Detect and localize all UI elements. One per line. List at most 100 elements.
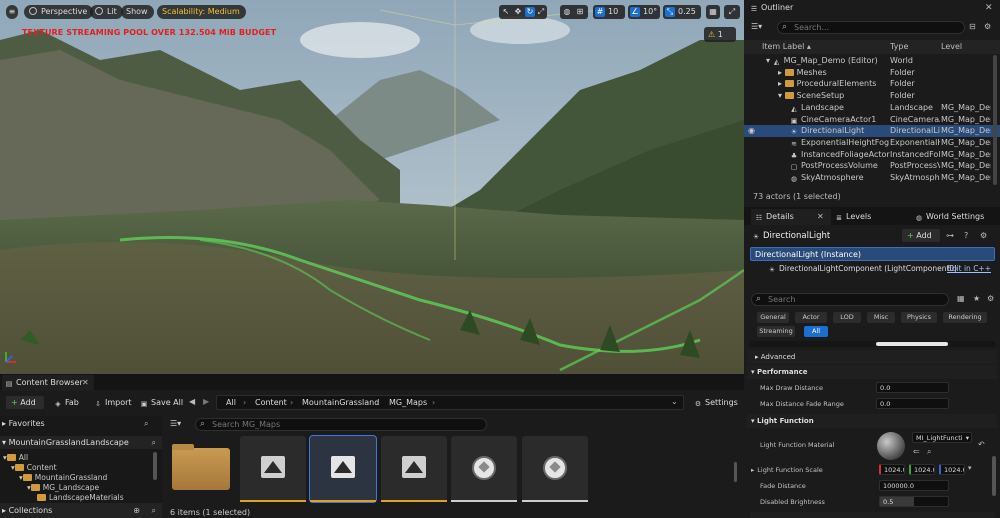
viewport-layout-button[interactable]: ▦ [706, 5, 720, 19]
scale-y-input[interactable]: 1024.0 [909, 464, 935, 475]
warnings-badge[interactable]: ⚠ 1 [704, 27, 736, 42]
tree-scrollbar[interactable] [153, 452, 157, 480]
outliner-row[interactable]: ≋ ExponentialHeightFog ExponentialH MG_Map_… [744, 137, 1000, 149]
outliner-row[interactable]: ♣ InstancedFoliageActor3 InstancedFoli MG_M… [744, 149, 1000, 161]
tree-item-content[interactable]: ▾ Content [0, 463, 57, 473]
rotate-tool-icon[interactable]: ↻ [525, 7, 535, 17]
outliner-row[interactable]: ▸ ProceduralElements Folder [744, 78, 1000, 90]
grid-view-icon[interactable]: ▦ [957, 294, 965, 303]
tree-item-landscapematerials[interactable]: LandscapeMaterials [0, 493, 124, 503]
details-tab[interactable]: ☷ Details ✕ [751, 209, 831, 225]
fab-button[interactable]: ◈ Fab [54, 396, 79, 409]
asset-tile-folder[interactable] [170, 436, 236, 502]
details-close-icon[interactable]: ✕ [817, 209, 824, 225]
filter-misc[interactable]: Misc [867, 312, 895, 323]
rotation-snap-control[interactable]: ∠ 10° [628, 5, 660, 19]
asset-scrollbar[interactable] [734, 462, 737, 482]
level-viewport[interactable]: ≡ Perspective Lit Show Scalability: Medi… [0, 0, 744, 374]
history-dropdown-icon[interactable]: ⌄ [671, 397, 678, 406]
back-icon[interactable]: ◀ [189, 397, 195, 406]
scale-tool-icon[interactable]: ⤢ [536, 7, 546, 17]
import-button[interactable]: ⇩ Import [94, 396, 132, 409]
details-scrollbar[interactable] [992, 456, 996, 496]
section-light-function[interactable]: ▾ Light Function [747, 414, 997, 428]
breadcrumb-content[interactable]: Content [255, 397, 287, 409]
filter-general[interactable]: General [757, 312, 789, 323]
content-browser-close-icon[interactable]: ✕ [82, 375, 89, 391]
filter-lod[interactable]: LOD [833, 312, 861, 323]
asset-search-input[interactable]: Search MG_Maps [195, 418, 487, 431]
use-selected-icon[interactable]: ⇐ [913, 447, 920, 456]
outliner-close-icon[interactable]: ✕ [985, 3, 995, 13]
add-content-button[interactable]: + Add [6, 396, 44, 409]
details-options-icon[interactable]: ⚙ [987, 294, 994, 303]
favorites-search-icon[interactable]: ⌕ [144, 419, 148, 429]
select-tool-icon[interactable]: ↖ [501, 7, 511, 17]
outliner-row[interactable]: ▸ Meshes Folder [744, 67, 1000, 79]
breadcrumb-mg-maps[interactable]: MG_Maps [389, 397, 427, 409]
asset-filter-button[interactable]: ☰▾ [170, 419, 181, 428]
outliner-row[interactable]: ▣ CineCameraActor1 CineCameraA MG_Map_Der [744, 114, 1000, 126]
scale-x-input[interactable]: 1024.0 [879, 464, 905, 475]
viewport-menu-button[interactable]: ≡ [6, 5, 18, 19]
fade-distance-input[interactable]: 100000.0 [879, 480, 949, 491]
blueprint-icon[interactable]: ⊶ [946, 231, 954, 240]
world-space-icon[interactable]: ◍ [562, 7, 572, 17]
maximize-viewport-button[interactable]: ⤢ [724, 5, 740, 19]
filter-actor[interactable]: Actor [795, 312, 827, 323]
filter-streaming[interactable]: Streaming [757, 326, 795, 337]
light-function-scale-label[interactable]: ▸ Light Function Scale [751, 464, 823, 476]
expand-chevron-icon[interactable]: ▸ [778, 79, 785, 88]
scale-snap-control[interactable]: ⤡ 0.25 [663, 5, 701, 19]
surface-snap-icon[interactable]: ⊞ [575, 7, 585, 17]
outliner-row[interactable]: ▾ ◭ MG_Map_Demo (Editor) World [744, 55, 1000, 67]
outliner-row[interactable]: ▢ PostProcessVolume PostProcessV MG_Map_Der [744, 160, 1000, 172]
component-row[interactable]: ☀ DirectionalLightComponent (LightCompone… [750, 263, 995, 275]
outliner-tab[interactable]: ☰ Outliner [750, 0, 840, 16]
favorites-header[interactable]: ▸ Favorites [2, 419, 45, 428]
filter-rendering[interactable]: Rendering [943, 312, 987, 323]
collection-search-icon[interactable]: ⌕ [152, 436, 156, 449]
outliner-filter-button[interactable]: ☰▾ [751, 22, 773, 34]
instance-row[interactable]: DirectionalLight (Instance) [750, 247, 995, 261]
section-advanced[interactable]: ▸ Advanced [747, 350, 997, 364]
forward-icon[interactable]: ▶ [203, 397, 209, 406]
show-button[interactable]: Show [121, 5, 154, 19]
asset-tile-map-selected[interactable] [309, 435, 377, 503]
asset-tile-data[interactable] [522, 436, 588, 502]
grid-snap-control[interactable]: # 10 [593, 5, 625, 19]
column-type[interactable]: Type [890, 40, 908, 54]
breadcrumb-mountaingrassland[interactable]: MountainGrassland [302, 397, 379, 409]
collection-root-header[interactable]: ▾ MountainGrasslandLandscape ⌕ [0, 436, 162, 449]
outliner-scrollbar[interactable] [993, 55, 997, 185]
scale-menu-icon[interactable]: ▾ [968, 464, 972, 472]
move-tool-icon[interactable]: ✥ [513, 7, 523, 17]
disabled-brightness-slider[interactable]: 0.5 [879, 496, 949, 507]
browse-asset-icon[interactable]: ⌕ [927, 447, 931, 457]
add-filter-icon[interactable]: ⊟ [969, 22, 979, 32]
filter-all[interactable]: All [804, 326, 828, 337]
help-icon[interactable]: ? [964, 231, 968, 240]
collapse-chevron-icon[interactable]: ▾ [778, 91, 785, 100]
max-fade-range-input[interactable]: 0.0 [876, 398, 949, 409]
details-settings-icon[interactable]: ⚙ [980, 231, 987, 240]
scalability-button[interactable]: Scalability: Medium [157, 5, 246, 19]
edit-cpp-link[interactable]: Edit in C++ [947, 263, 991, 275]
max-draw-distance-input[interactable]: 0.0 [876, 382, 949, 393]
tree-item-mountaingrassland[interactable]: ▾ MountainGrassland [0, 473, 107, 483]
asset-tile-data[interactable] [451, 436, 517, 502]
outliner-search-input[interactable]: Search... [777, 21, 965, 34]
save-all-button[interactable]: ▣ Save All [140, 396, 183, 409]
visibility-eye-icon[interactable]: ◉ [748, 125, 755, 137]
expand-chevron-icon[interactable]: ▸ [778, 68, 785, 77]
content-settings-button[interactable]: ⚙ Settings [694, 396, 738, 409]
collections-search-icon[interactable]: ⌕ [152, 503, 156, 518]
add-component-button[interactable]: + Add [902, 229, 940, 242]
reset-to-default-icon[interactable]: ↶ [978, 440, 985, 449]
material-dropdown[interactable]: MI_LightFuncti ▾ [912, 432, 972, 443]
outliner-settings-icon[interactable]: ⚙ [984, 22, 994, 32]
property-slider[interactable] [876, 342, 948, 346]
levels-tab[interactable]: ≣ Levels [835, 209, 895, 225]
tree-item-all[interactable]: ▾ All [0, 453, 28, 463]
favorite-star-icon[interactable]: ★ [973, 294, 980, 303]
